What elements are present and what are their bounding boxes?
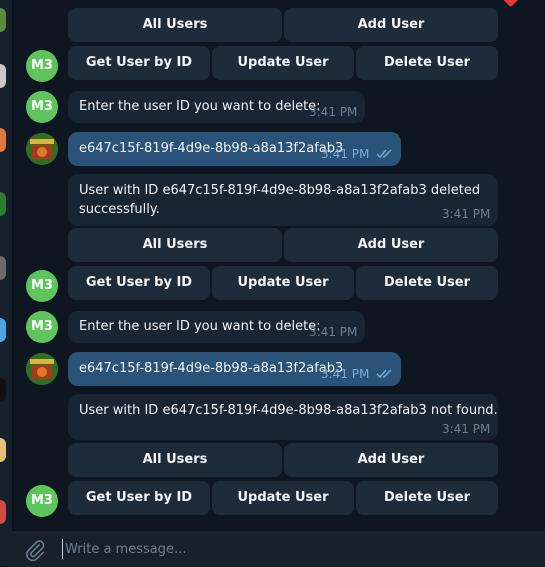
message-composer <box>12 530 545 567</box>
chat-list-avatar[interactable] <box>0 500 6 524</box>
paperclip-icon[interactable] <box>24 539 46 561</box>
all-users-button[interactable]: All Users <box>68 8 282 42</box>
add-user-button[interactable]: Add User <box>284 8 498 42</box>
get-user-by-id-button[interactable]: Get User by ID <box>68 481 210 515</box>
message-input[interactable] <box>62 539 525 559</box>
update-user-button[interactable]: Update User <box>212 481 354 515</box>
outgoing-message[interactable]: e647c15f-819f-4d9e-8b98-a8a13f2afab3 3:4… <box>68 132 401 166</box>
message-time: 3:41 PM <box>309 325 358 339</box>
add-user-button[interactable]: Add User <box>284 228 498 262</box>
chat-list-avatar[interactable] <box>0 128 6 152</box>
delete-user-button[interactable]: Delete User <box>356 266 498 300</box>
update-user-button[interactable]: Update User <box>212 266 354 300</box>
user-avatar-image <box>26 133 58 165</box>
chat-history[interactable]: All Users Add User M3 Get User by ID Upd… <box>12 0 545 530</box>
bot-avatar[interactable]: M3 <box>26 311 58 343</box>
message-time: 3:41 PM <box>442 207 491 221</box>
incoming-message[interactable]: Enter the user ID you want to delete: 3:… <box>68 91 365 123</box>
user-avatar[interactable] <box>26 353 58 385</box>
message-time: 3:41 PM <box>309 105 358 119</box>
message-text: Enter the user ID you want to delete: <box>79 99 321 114</box>
message-time: 3:41 PM <box>321 147 370 161</box>
message-text: e647c15f-819f-4d9e-8b98-a8a13f2afab3 <box>79 361 344 376</box>
user-avatar-image <box>26 353 58 385</box>
delete-user-button[interactable]: Delete User <box>356 481 498 515</box>
bot-avatar[interactable]: M3 <box>26 485 58 517</box>
bot-avatar[interactable]: M3 <box>26 270 58 302</box>
chat-list-avatar[interactable] <box>0 64 6 88</box>
message-text-line2: successfully. <box>79 202 160 217</box>
update-user-button[interactable]: Update User <box>212 46 354 80</box>
all-users-button[interactable]: All Users <box>68 228 282 262</box>
message-text: User with ID e647c15f-819f-4d9e-8b98-a8a… <box>79 403 498 418</box>
chat-list-avatar[interactable] <box>0 378 6 402</box>
chat-list-avatar[interactable] <box>0 318 6 342</box>
message-time: 3:41 PM <box>321 367 370 381</box>
add-user-button[interactable]: Add User <box>284 443 498 477</box>
message-text: e647c15f-819f-4d9e-8b98-a8a13f2afab3 <box>79 141 344 156</box>
double-check-icon <box>376 149 392 159</box>
message-time: 3:41 PM <box>442 422 491 436</box>
chat-list-avatar[interactable] <box>0 8 6 32</box>
all-users-button[interactable]: All Users <box>68 443 282 477</box>
incoming-message[interactable]: User with ID e647c15f-819f-4d9e-8b98-a8a… <box>68 174 498 226</box>
get-user-by-id-button[interactable]: Get User by ID <box>68 266 210 300</box>
message-text: Enter the user ID you want to delete: <box>79 319 321 334</box>
bot-avatar[interactable]: M3 <box>26 91 58 123</box>
user-avatar[interactable] <box>26 133 58 165</box>
chat-list-avatar[interactable] <box>0 256 6 280</box>
bot-avatar[interactable]: M3 <box>26 50 58 82</box>
chat-list-avatar[interactable] <box>0 192 6 216</box>
incoming-message[interactable]: User with ID e647c15f-819f-4d9e-8b98-a8a… <box>68 394 498 440</box>
delete-user-button[interactable]: Delete User <box>356 46 498 80</box>
get-user-by-id-button[interactable]: Get User by ID <box>68 46 210 80</box>
double-check-icon <box>376 369 392 379</box>
incoming-message[interactable]: Enter the user ID you want to delete: 3:… <box>68 311 365 343</box>
outgoing-message[interactable]: e647c15f-819f-4d9e-8b98-a8a13f2afab3 3:4… <box>68 352 401 386</box>
chat-list-avatar[interactable] <box>0 438 6 462</box>
message-text: User with ID e647c15f-819f-4d9e-8b98-a8a… <box>79 183 481 198</box>
unread-indicator <box>500 0 520 8</box>
